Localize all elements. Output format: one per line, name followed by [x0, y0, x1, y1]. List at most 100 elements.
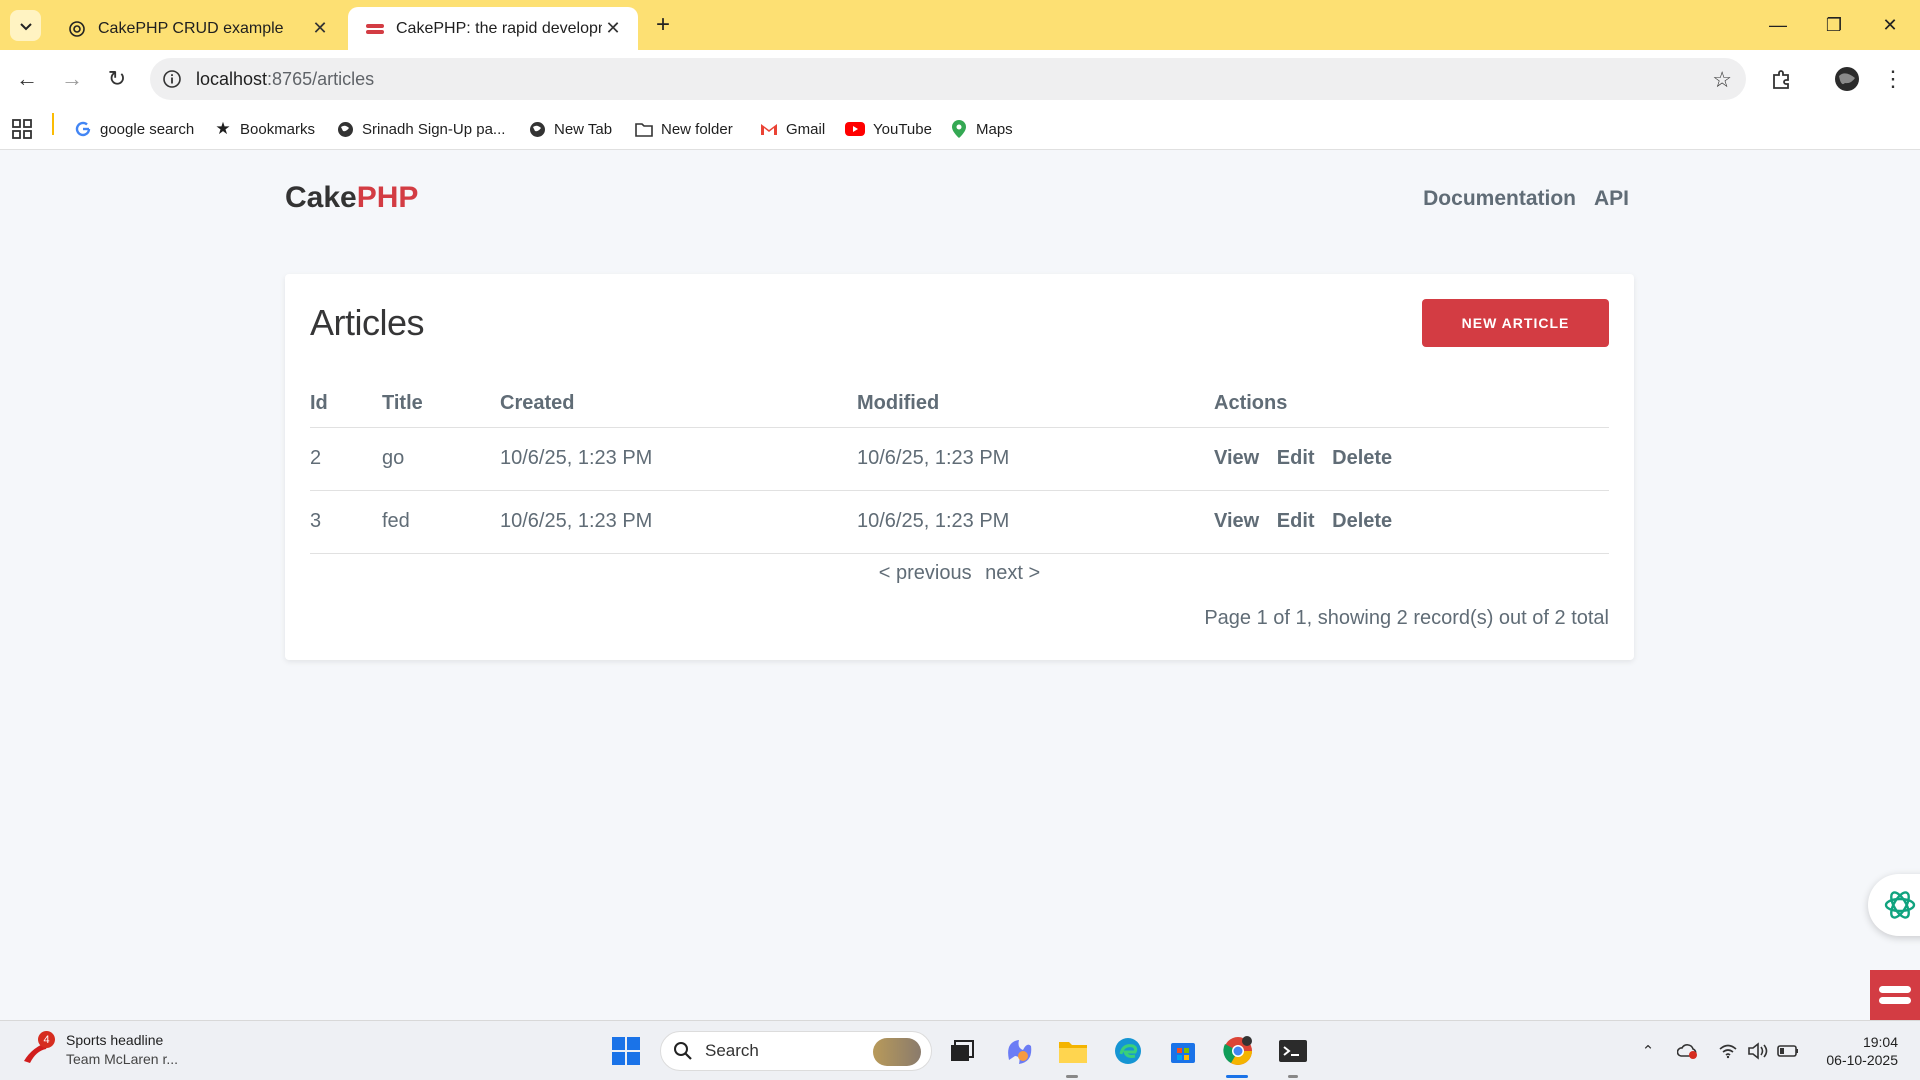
documentation-link[interactable]: Documentation — [1423, 187, 1576, 211]
cell-title: fed — [382, 490, 500, 554]
url-path: :8765/articles — [267, 69, 375, 89]
back-arrow-icon[interactable]: ← — [12, 64, 42, 94]
edit-link[interactable]: Edit — [1277, 510, 1315, 532]
column-header-id[interactable]: Id — [310, 384, 382, 428]
column-header-created[interactable]: Created — [500, 384, 857, 428]
bookmark-label: New folder — [661, 120, 733, 138]
edit-link[interactable]: Edit — [1277, 447, 1315, 469]
page-content: CakePHP Documentation API Articles NEW A… — [0, 151, 1920, 1020]
bookmark-srinadh[interactable]: Srinadh Sign-Up pa... — [336, 116, 505, 142]
onedrive-icon[interactable] — [1676, 1039, 1700, 1063]
active-app-indicator — [1288, 1075, 1298, 1078]
browser-toolbar: ← → ↻ localhost:8765/articles ☆ ⋮ — [0, 50, 1920, 108]
column-header-actions: Actions — [1214, 384, 1609, 428]
articles-card: Articles NEW ARTICLE Id Title Created Mo… — [285, 274, 1634, 660]
battery-icon[interactable] — [1776, 1039, 1800, 1063]
globe-icon — [528, 120, 546, 138]
taskbar-search[interactable]: Search — [660, 1031, 932, 1071]
column-header-title[interactable]: Title — [382, 384, 500, 428]
url-text: localhost:8765/articles — [196, 69, 374, 90]
tab-cakephp[interactable]: CakePHP: the rapid developme ✕ — [348, 7, 638, 50]
system-clock[interactable]: 19:04 06-10-2025 — [1826, 1033, 1898, 1069]
page-title: Articles — [310, 302, 425, 343]
volume-icon[interactable] — [1746, 1039, 1770, 1063]
new-article-button[interactable]: NEW ARTICLE — [1422, 299, 1609, 347]
reload-icon[interactable]: ↻ — [102, 64, 132, 94]
copilot-icon[interactable] — [1000, 1033, 1036, 1069]
delete-link[interactable]: Delete — [1332, 447, 1392, 469]
bookmark-label: YouTube — [873, 120, 932, 138]
bookmark-label: Bookmarks — [240, 120, 316, 138]
address-bar[interactable]: localhost:8765/articles ☆ — [150, 58, 1746, 100]
top-nav: Documentation API — [1423, 187, 1629, 211]
bookmark-google-search[interactable]: google search — [74, 116, 194, 142]
restore-button[interactable]: ❐ — [1806, 0, 1862, 50]
site-logo[interactable]: CakePHP — [285, 181, 418, 215]
articles-table: Id Title Created Modified Actions 2 go 1… — [310, 384, 1609, 554]
edge-icon[interactable] — [1110, 1033, 1146, 1069]
bookmark-gmail[interactable]: Gmail — [760, 116, 825, 142]
chevron-down-icon — [19, 22, 32, 30]
close-tab-icon[interactable]: ✕ — [309, 18, 331, 40]
file-explorer-icon[interactable] — [1055, 1033, 1091, 1069]
profile-avatar[interactable] — [1832, 64, 1862, 94]
forward-arrow-icon[interactable]: → — [57, 64, 87, 94]
tab-strip: CakePHP CRUD example ✕ CakePHP: the rapi… — [0, 0, 1920, 50]
column-header-modified[interactable]: Modified — [857, 384, 1214, 428]
bookmark-star-icon[interactable]: ☆ — [1712, 67, 1732, 93]
bookmark-youtube[interactable]: YouTube — [845, 116, 932, 142]
bookmarks-bar: google search ★ Bookmarks Srinadh Sign-U… — [0, 108, 1920, 150]
globe-icon — [336, 120, 354, 138]
ai-assistant-button[interactable] — [1868, 874, 1920, 936]
cakephp-debug-kit-icon[interactable] — [1870, 970, 1920, 1020]
new-tab-button[interactable]: + — [650, 11, 676, 38]
cell-modified: 10/6/25, 1:23 PM — [857, 490, 1214, 554]
bookmark-label: Gmail — [786, 120, 826, 138]
clock-time: 19:04 — [1862, 1034, 1898, 1050]
bookmark-new-folder[interactable]: New folder — [635, 116, 733, 142]
api-link[interactable]: API — [1594, 187, 1629, 211]
delete-link[interactable]: Delete — [1332, 510, 1392, 532]
terminal-icon[interactable] — [1275, 1033, 1311, 1069]
cell-actions: View Edit Delete — [1214, 427, 1609, 491]
active-app-indicator — [1066, 1075, 1078, 1078]
view-link[interactable]: View — [1214, 447, 1259, 469]
paginator: < previous next > — [285, 562, 1634, 585]
site-info-icon[interactable] — [162, 69, 182, 89]
news-badge: 4 — [38, 1031, 55, 1048]
cell-actions: View Edit Delete — [1214, 490, 1609, 554]
cell-id: 2 — [310, 427, 382, 491]
next-link[interactable]: next > — [985, 562, 1040, 584]
table-row: 2 go 10/6/25, 1:23 PM 10/6/25, 1:23 PM V… — [310, 427, 1609, 491]
menu-kebab-icon[interactable]: ⋮ — [1878, 64, 1908, 94]
task-view-icon[interactable] — [944, 1033, 980, 1069]
cell-modified: 10/6/25, 1:23 PM — [857, 427, 1214, 491]
extensions-icon[interactable] — [1766, 64, 1796, 94]
tab-crud-example[interactable]: CakePHP CRUD example ✕ — [50, 7, 345, 50]
news-title: Sports headline — [66, 1032, 164, 1048]
close-window-button[interactable]: ✕ — [1862, 0, 1918, 50]
apps-grid-icon[interactable] — [12, 116, 32, 142]
search-icon — [674, 1042, 692, 1060]
news-widget[interactable]: 4 Sports headline Team McLaren r... — [22, 1031, 178, 1069]
tab-search-button[interactable] — [10, 10, 41, 41]
youtube-icon — [845, 120, 865, 138]
bookmark-label: Srinadh Sign-Up pa... — [362, 120, 506, 138]
bookmark-maps[interactable]: Maps — [950, 116, 1013, 142]
active-app-indicator — [1226, 1075, 1248, 1078]
minimize-button[interactable]: — — [1750, 0, 1806, 50]
wifi-icon[interactable] — [1716, 1039, 1740, 1063]
pagination-counter: Page 1 of 1, showing 2 record(s) out of … — [1204, 607, 1609, 629]
bookmark-new-tab[interactable]: New Tab — [528, 116, 612, 142]
microsoft-store-icon[interactable] — [1165, 1033, 1201, 1069]
windows-start-icon[interactable] — [608, 1033, 644, 1069]
close-tab-icon[interactable]: ✕ — [602, 18, 624, 40]
chevron-up-icon[interactable]: ⌃ — [1636, 1039, 1660, 1063]
bookmark-label: New Tab — [554, 120, 613, 138]
news-icon: 4 — [22, 1031, 55, 1065]
previous-link[interactable]: < previous — [879, 562, 972, 584]
chrome-icon[interactable] — [1220, 1033, 1256, 1069]
cell-created: 10/6/25, 1:23 PM — [500, 490, 857, 554]
bookmark-bookmarks[interactable]: ★ Bookmarks — [214, 116, 315, 142]
view-link[interactable]: View — [1214, 510, 1259, 532]
